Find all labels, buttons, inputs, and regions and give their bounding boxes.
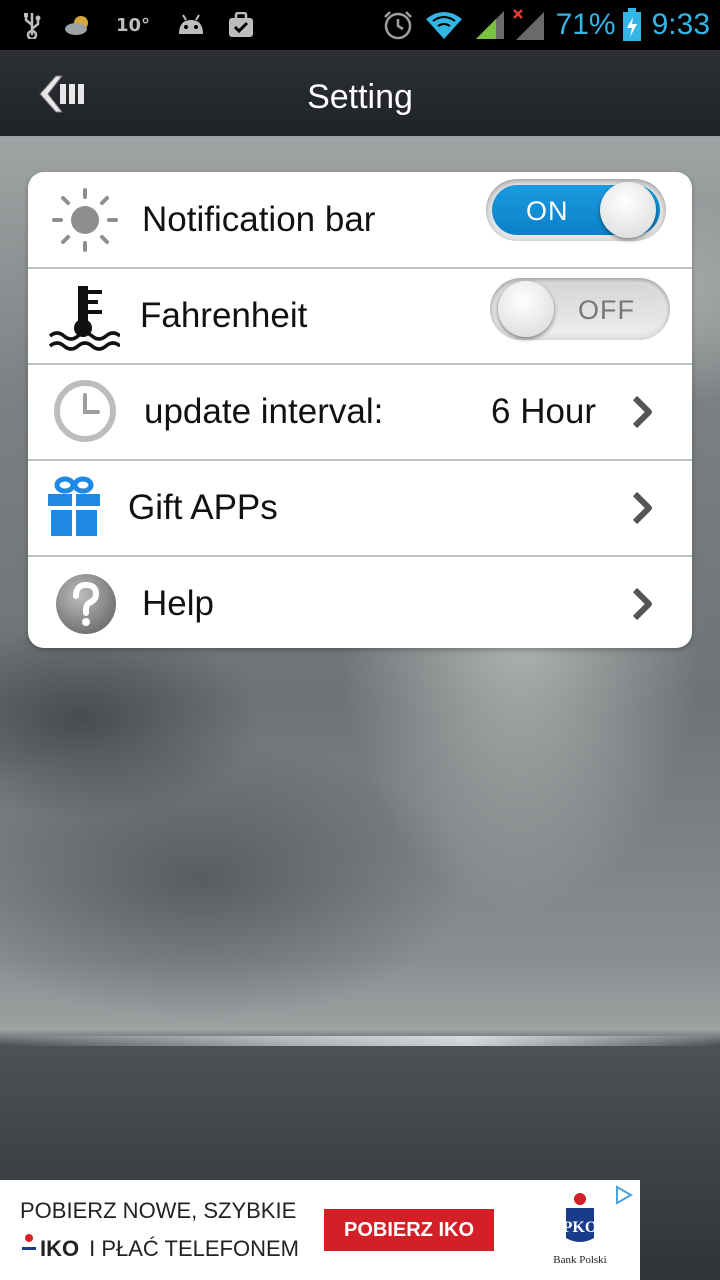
iko-bullet-icon — [22, 1234, 36, 1254]
status-notifications: 10° — [22, 10, 276, 40]
setting-help[interactable]: Help — [28, 556, 692, 648]
update-interval-label: update interval: — [144, 392, 384, 431]
update-interval-value: 6 Hour — [491, 392, 597, 431]
status-temperature: 10° — [116, 14, 151, 36]
status-bar: 10° 71% 9:33 — [0, 0, 720, 50]
fahrenheit-toggle[interactable]: OFF — [490, 278, 670, 340]
thermometer-icon — [48, 282, 122, 356]
android-icon — [176, 14, 206, 36]
gift-apps-label: Gift APPs — [128, 488, 278, 527]
ad-bank-name: Bank Polski — [553, 1254, 607, 1266]
toggle-on-text: ON — [526, 196, 569, 226]
page-title: Setting — [307, 78, 413, 116]
signal-no-data-icon — [512, 8, 546, 42]
signal-icon — [474, 9, 506, 41]
weather-icon — [64, 14, 94, 36]
status-time: 9:33 — [651, 8, 710, 41]
notification-bar-label: Notification bar — [142, 200, 376, 239]
ad-line1: POBIERZ NOWE, SZYBKIE — [20, 1198, 297, 1223]
ad-cta-button[interactable]: POBIERZ IKO — [324, 1209, 494, 1251]
battery-charging-icon — [622, 8, 642, 42]
horizon — [0, 1036, 720, 1046]
toggle-knob — [498, 281, 554, 337]
setting-fahrenheit: Fahrenheit OFF — [28, 268, 692, 365]
setting-gift-apps[interactable]: Gift APPs — [28, 460, 692, 557]
ad-brand: IKO — [40, 1236, 80, 1261]
status-system: 71% 9:33 — [382, 6, 710, 44]
setting-update-interval[interactable]: update interval: 6 Hour — [28, 364, 692, 461]
wifi-icon — [424, 9, 464, 41]
toggle-off-text: OFF — [578, 295, 635, 325]
svg-text:PKO: PKO — [563, 1219, 598, 1236]
sun-icon — [50, 186, 120, 258]
fahrenheit-label: Fahrenheit — [140, 296, 308, 335]
toggle-knob — [600, 182, 656, 238]
gift-icon — [46, 476, 102, 542]
briefcase-icon — [228, 12, 254, 38]
help-icon — [54, 572, 118, 640]
notification-bar-toggle[interactable]: ON — [486, 179, 666, 241]
chevron-right-icon — [632, 587, 652, 621]
chevron-right-icon — [632, 395, 652, 429]
ad-line2-text: I PŁAĆ TELEFONEM — [89, 1236, 299, 1261]
settings-list: Notification bar ON Fahrenheit OFF updat… — [28, 172, 692, 648]
battery-percent: 71% — [555, 8, 616, 41]
pko-logo-icon: PKO — [563, 1193, 598, 1242]
alarm-icon — [382, 9, 414, 41]
title-bar: Setting — [0, 50, 720, 138]
ad-choices-icon[interactable] — [612, 1184, 636, 1206]
usb-icon — [22, 11, 42, 39]
help-label: Help — [142, 584, 214, 623]
chevron-right-icon — [632, 491, 652, 525]
pko-logo: PKO Bank Polski — [548, 1192, 612, 1274]
setting-notification-bar: Notification bar ON — [28, 172, 692, 269]
ad-line2: IKO I PŁAĆ TELEFONEM — [22, 1234, 299, 1262]
ad-banner[interactable]: POBIERZ NOWE, SZYBKIE IKO I PŁAĆ TELEFON… — [0, 1180, 640, 1280]
clock-icon — [52, 378, 118, 448]
